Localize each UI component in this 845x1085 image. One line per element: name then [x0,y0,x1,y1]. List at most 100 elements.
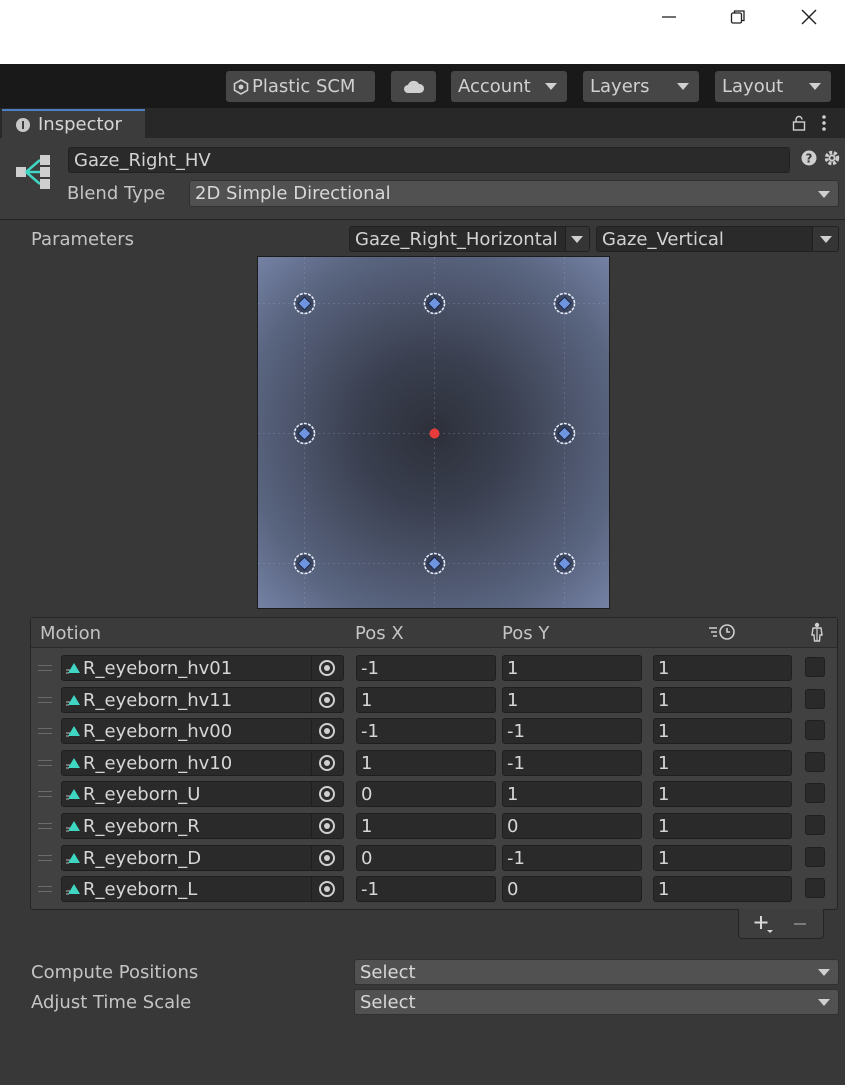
account-dropdown[interactable]: Account [451,71,567,102]
motion-field[interactable]: R_eyeborn_D [61,845,344,871]
motion-point[interactable] [423,552,446,575]
pos-x-value: -1 [361,878,379,900]
chevron-down-icon [818,969,830,976]
minimize-button[interactable] [634,0,704,34]
drag-handle-icon[interactable] [38,697,52,703]
pos-x-field[interactable]: 0 [356,845,496,871]
mirror-checkbox[interactable] [805,689,825,709]
motion-point[interactable] [293,552,316,575]
add-motion-button[interactable] [752,913,774,935]
motion-point[interactable] [553,422,576,445]
parameter-y-dropdown[interactable]: Gaze_Vertical [596,226,839,252]
pos-y-field[interactable]: -1 [502,718,642,744]
pos-x-field[interactable]: -1 [356,655,496,681]
drag-handle-icon[interactable] [38,823,52,829]
object-picker-button[interactable] [311,719,343,743]
pos-x-field[interactable]: -1 [356,718,496,744]
current-blend-point[interactable] [429,428,440,439]
parameter-x-dropdown[interactable]: Gaze_Right_Horizontal [349,226,590,252]
motion-point[interactable] [423,292,446,315]
time-scale-value: 1 [658,815,670,837]
motion-field[interactable]: R_eyeborn_hv10 [61,750,344,776]
pos-y-field[interactable]: -1 [502,750,642,776]
object-picker-button[interactable] [311,877,343,901]
pos-y-field[interactable]: 1 [502,687,642,713]
compute-positions-dropdown[interactable]: Select [354,959,839,985]
drag-handle-icon[interactable] [38,665,52,671]
restore-button[interactable] [703,0,773,34]
motion-point[interactable] [553,292,576,315]
pos-x-field[interactable]: 0 [356,781,496,807]
blend-graph[interactable] [257,256,610,609]
time-scale-field[interactable]: 1 [653,687,792,713]
drag-handle-icon[interactable] [38,728,52,734]
blend-graph-canvas[interactable] [258,257,610,609]
object-picker-button[interactable] [311,782,343,806]
drag-handle-icon[interactable] [38,760,52,766]
time-scale-field[interactable]: 1 [653,781,792,807]
motion-field[interactable]: R_eyeborn_hv11 [61,687,344,713]
motion-point[interactable] [293,422,316,445]
mirror-checkbox[interactable] [805,720,825,740]
pos-y-field[interactable]: 0 [502,813,642,839]
time-scale-field[interactable]: 1 [653,813,792,839]
parameter-y-value: Gaze_Vertical [602,228,724,250]
mirror-checkbox[interactable] [805,783,825,803]
plastic-scm-button[interactable]: Plastic SCM [226,71,375,102]
time-scale-field[interactable]: 1 [653,655,792,681]
pos-x-field[interactable]: 1 [356,750,496,776]
cloud-button[interactable] [391,71,436,102]
motion-name: R_eyeborn_U [83,783,201,805]
pos-y-field[interactable]: 1 [502,781,642,807]
object-picker-button[interactable] [311,688,343,712]
drag-handle-icon[interactable] [38,886,52,892]
parameter-x-arrow-button[interactable] [565,227,589,251]
compute-positions-label: Compute Positions [31,962,199,983]
editor-toolbar: Plastic SCM Account Layers Layout [0,64,845,108]
remove-motion-button[interactable] [792,916,808,932]
drag-handle-icon[interactable] [38,791,52,797]
object-picker-button[interactable] [311,656,343,680]
mirror-checkbox[interactable] [805,657,825,677]
blend-tree-name-field[interactable]: Gaze_Right_HV [68,147,790,173]
motion-field[interactable]: R_eyeborn_hv00 [61,718,344,744]
drag-handle-icon[interactable] [38,855,52,861]
info-icon [16,117,30,132]
motion-field[interactable]: R_eyeborn_U [61,781,344,807]
motion-name: R_eyeborn_hv01 [83,657,233,679]
object-picker-button[interactable] [311,751,343,775]
mirror-checkbox[interactable] [805,847,825,867]
pos-y-field[interactable]: -1 [502,845,642,871]
pos-x-field[interactable]: 1 [356,813,496,839]
motion-field[interactable]: R_eyeborn_R [61,813,344,839]
mirror-checkbox[interactable] [805,878,825,898]
kebab-menu-icon[interactable] [821,114,827,132]
time-scale-field[interactable]: 1 [653,718,792,744]
close-button[interactable] [774,0,844,34]
gear-icon[interactable] [823,149,841,167]
object-picker-button[interactable] [311,814,343,838]
time-scale-field[interactable]: 1 [653,876,792,902]
object-picker-button[interactable] [311,846,343,870]
time-scale-field[interactable]: 1 [653,750,792,776]
layout-dropdown[interactable]: Layout [715,71,831,102]
blend-type-dropdown[interactable]: 2D Simple Directional [189,180,839,207]
pos-y-field[interactable]: 1 [502,655,642,681]
adjust-time-scale-dropdown[interactable]: Select [354,989,839,1015]
motion-point[interactable] [293,292,316,315]
time-scale-field[interactable]: 1 [653,845,792,871]
chevron-down-icon [820,236,832,243]
pos-x-field[interactable]: 1 [356,687,496,713]
layers-dropdown[interactable]: Layers [583,71,699,102]
parameter-y-arrow-button[interactable] [812,227,838,251]
pos-y-field[interactable]: 0 [502,876,642,902]
motion-point[interactable] [553,552,576,575]
motion-field[interactable]: R_eyeborn_hv01 [61,655,344,681]
pos-x-field[interactable]: -1 [356,876,496,902]
lock-icon[interactable] [792,115,806,131]
motion-field[interactable]: R_eyeborn_L [61,876,344,902]
help-icon[interactable]: ? [801,150,817,166]
tab-inspector[interactable]: Inspector [2,109,145,138]
mirror-checkbox[interactable] [805,815,825,835]
mirror-checkbox[interactable] [805,752,825,772]
